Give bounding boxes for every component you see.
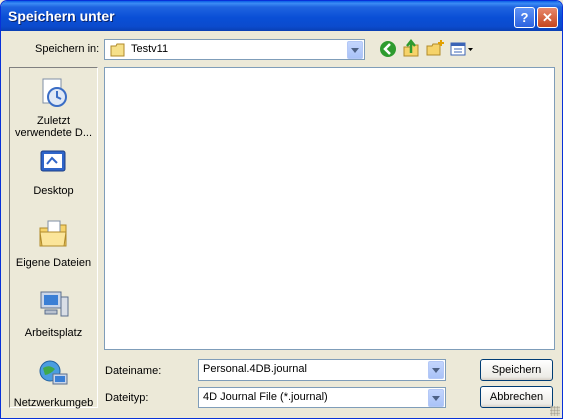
save-button[interactable]: Speichern (480, 359, 553, 381)
place-network[interactable]: Netzwerkumgeb (10, 358, 97, 409)
save-as-dialog: Speichern unter ? ✕ Speichern in: Testv1… (0, 0, 563, 419)
cancel-button[interactable]: Abbrechen (480, 386, 553, 408)
place-my-computer[interactable]: Arbeitsplatz (10, 288, 97, 339)
place-my-documents[interactable]: Eigene Dateien (10, 218, 97, 269)
resize-grip-icon[interactable] (550, 406, 560, 416)
back-button[interactable] (378, 39, 398, 59)
close-button[interactable]: ✕ (537, 7, 558, 28)
view-menu-icon (450, 42, 473, 56)
place-label: Zuletzt verwendete D... (14, 115, 93, 139)
close-icon: ✕ (542, 10, 553, 25)
help-icon: ? (520, 10, 529, 25)
window-title: Speichern unter (8, 8, 115, 24)
filetype-dropdown[interactable]: 4D Journal File (*.journal) (198, 387, 446, 408)
help-button[interactable]: ? (514, 7, 535, 28)
save-in-dropdown[interactable]: Testv11 (104, 39, 365, 60)
filename-input[interactable]: Personal.4DB.journal (198, 359, 446, 381)
new-folder-button[interactable] (425, 39, 445, 59)
place-label: Desktop (33, 185, 74, 197)
save-in-label: Speichern in: (35, 43, 100, 55)
save-in-value: Testv11 (131, 43, 169, 55)
places-bar: Zuletzt verwendete D... Desktop Eigene D… (9, 67, 98, 409)
title-bar[interactable]: Speichern unter ? ✕ (1, 1, 562, 31)
desktop-icon (40, 150, 65, 172)
up-folder-icon (403, 38, 419, 57)
place-label: Eigene Dateien (15, 257, 92, 269)
my-computer-icon (40, 291, 68, 317)
chevron-down-icon[interactable] (347, 41, 363, 59)
view-menu-button[interactable] (449, 39, 475, 59)
place-recent[interactable]: Zuletzt verwendete D... (10, 76, 97, 139)
network-places-icon (39, 360, 67, 385)
my-documents-icon (38, 220, 67, 247)
new-folder-icon (426, 40, 444, 56)
place-label: Netzwerkumgeb (13, 397, 94, 409)
filename-label: Dateiname: (105, 365, 162, 377)
place-label: Arbeitsplatz (24, 327, 83, 339)
file-list[interactable] (104, 67, 555, 350)
chevron-down-icon[interactable] (428, 389, 444, 407)
recent-documents-icon (42, 78, 67, 107)
filename-value: Personal.4DB.journal (203, 363, 307, 375)
place-desktop[interactable]: Desktop (10, 146, 97, 197)
filetype-value: 4D Journal File (*.journal) (203, 391, 328, 403)
folder-icon (110, 43, 125, 57)
filetype-label: Dateityp: (105, 392, 149, 404)
chevron-down-icon[interactable] (428, 361, 444, 379)
back-arrow-icon (380, 41, 396, 57)
up-folder-button[interactable] (401, 38, 421, 59)
